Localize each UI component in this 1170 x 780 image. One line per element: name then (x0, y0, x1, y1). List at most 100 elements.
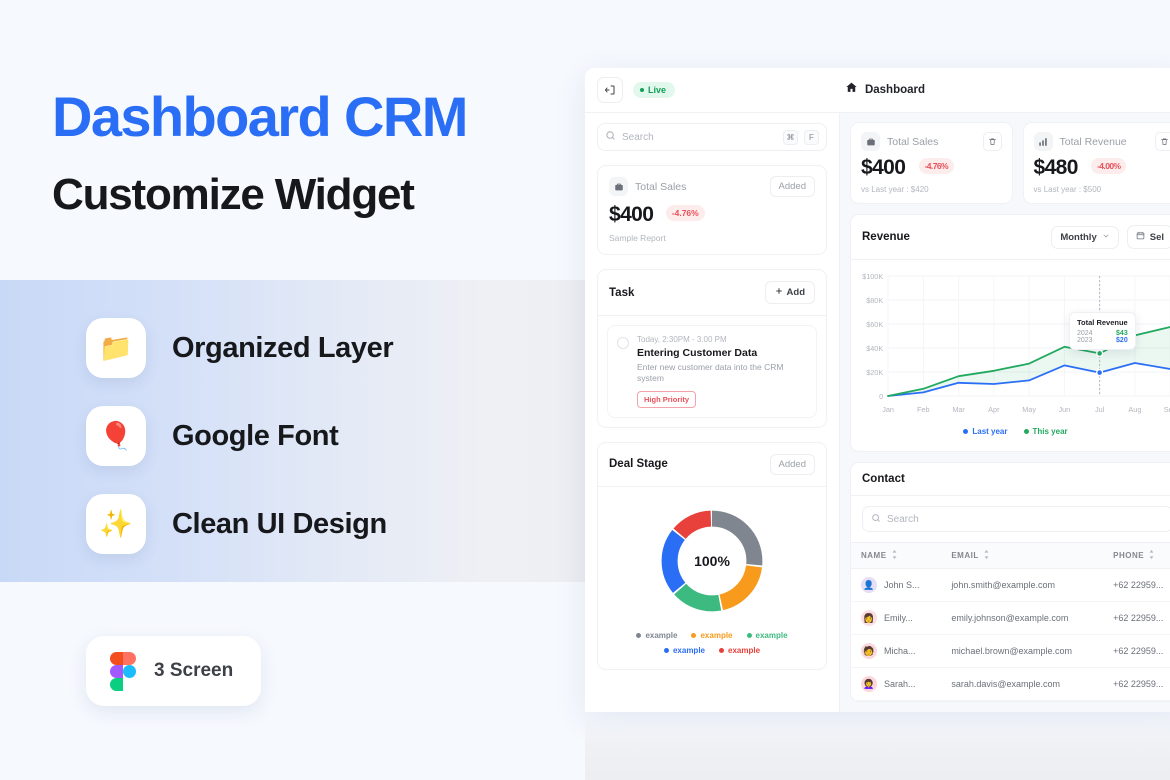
kbd-f: F (804, 129, 819, 145)
period-select[interactable]: Monthly (1051, 225, 1119, 249)
trash-icon[interactable] (1155, 132, 1170, 151)
feature-label: Clean UI Design (172, 507, 387, 540)
legend-item-this-year[interactable]: This year (1023, 427, 1068, 436)
contact-table: NAME EMAIL PHONE 👤 John S... john.smith@ex… (851, 542, 1170, 701)
kpi-delta-badge: -4.00% (1091, 158, 1127, 174)
kbd-cmd: ⌘ (783, 129, 798, 145)
table-row[interactable]: 👩‍🦱 Sarah... sarah.davis@example.com +62 22… (851, 667, 1170, 701)
tooltip-row: 2024 $43 (1077, 330, 1128, 337)
donut-legend: example example example example example (598, 625, 826, 669)
column-label: NAME (861, 551, 887, 560)
bar-chart-icon (1033, 132, 1053, 151)
legend-dot (719, 647, 724, 653)
contact-table-head: NAME EMAIL PHONE (851, 542, 1170, 569)
kpi-value: $480 (1033, 156, 1079, 179)
legend-dot (746, 632, 752, 638)
page-title: Dashboard CRM (52, 85, 468, 148)
sort-icon (1148, 550, 1155, 561)
cell-name: 👩‍🦱 Sarah... (851, 667, 942, 701)
kpi-value: $400 (861, 156, 906, 179)
add-label: Add (786, 287, 805, 298)
kpi-title: Total Sales (887, 135, 939, 148)
trash-icon[interactable] (982, 132, 1002, 151)
feature-item-organized-layer: 📁 Organized Layer (86, 318, 394, 378)
kpi-card-total-sales: Total Sales $400 -4.76% vs Last year : $… (850, 122, 1013, 204)
svg-text:Jan: Jan (882, 405, 894, 414)
widget-card-body: $400 -4.76% Sample Report (598, 197, 826, 254)
folder-icon: 📁 (86, 318, 146, 378)
column-header-phone[interactable]: PHONE (1103, 542, 1170, 569)
feature-label: Google Font (172, 419, 339, 452)
donut-chart-wrap: 100% (598, 487, 826, 625)
cell-email: michael.brown@example.com (941, 634, 1104, 668)
contact-name: Micha... (884, 646, 916, 656)
svg-text:Sep: Sep (1164, 405, 1170, 414)
period-label: Monthly (1060, 231, 1097, 243)
figma-logo-icon (110, 652, 136, 691)
task-checkbox[interactable] (617, 337, 629, 349)
briefcase-icon (609, 177, 628, 196)
avatar: 👤 (861, 577, 877, 593)
metric-delta-badge: -4.76% (665, 205, 705, 221)
kpi-title: Total Revenue (1059, 135, 1127, 148)
tooltip-row: 2023 $20 (1077, 337, 1128, 344)
metric-value: $400 (609, 203, 654, 226)
app-body: Search ⌘ F Total Sales Added $400 -4.76% (585, 113, 1170, 712)
avatar: 🧑 (861, 643, 877, 659)
contact-table-body: 👤 John S... john.smith@example.com +62 2295… (851, 568, 1170, 701)
deal-stage-header: Deal Stage Added (598, 443, 826, 487)
table-row[interactable]: 🧑 Micha... michael.brown@example.com +62 22… (851, 634, 1170, 668)
widget-card-total-sales[interactable]: Total Sales Added $400 -4.76% Sample Rep… (597, 165, 827, 255)
svg-text:$80K: $80K (866, 296, 883, 305)
legend-item: example (719, 646, 760, 655)
table-row[interactable]: 👩 Emily... emily.johnson@example.com +62 22… (851, 601, 1170, 635)
app-topbar: Live Dashboard (585, 68, 1170, 113)
screen-count-badge: 3 Screen (86, 636, 261, 706)
contact-search-input[interactable]: Search (862, 506, 1170, 532)
legend-item: example (636, 631, 677, 640)
kpi-note: vs Last year : $500 (1033, 185, 1102, 194)
revenue-panel: Revenue Monthly Sel 0 $20K $40K $60K $80… (850, 214, 1170, 452)
kpi-note: vs Last year : $420 (861, 185, 929, 194)
donut-chart: 100% (656, 505, 768, 617)
tooltip-year: 2024 (1077, 330, 1093, 337)
plus-icon (775, 287, 783, 298)
page-label: Dashboard (864, 84, 926, 96)
legend-item-last-year[interactable]: Last year (963, 427, 1008, 436)
feature-item-clean-ui-design: ✨ Clean UI Design (86, 494, 393, 554)
search-icon (871, 510, 881, 528)
date-range-picker[interactable]: Sel (1126, 225, 1170, 249)
legend-label: example (672, 645, 705, 655)
feature-item-google-font: 🎈 Google Font (86, 406, 393, 466)
column-header-email[interactable]: EMAIL (941, 542, 1104, 569)
task-card-header: Task Add (598, 270, 826, 316)
cell-phone: +62 22959... (1103, 634, 1170, 668)
table-row[interactable]: 👤 John S... john.smith@example.com +62 2295… (851, 568, 1170, 602)
task-list-item[interactable]: Today, 2:30PM - 3.00 PM Entering Custome… (607, 325, 817, 418)
added-button[interactable]: Added (769, 176, 815, 197)
feature-list: 📁 Organized Layer 🎈 Google Font ✨ Clean … (86, 318, 394, 554)
metric-note: Sample Report (609, 233, 666, 243)
contact-search-placeholder: Search (887, 513, 919, 525)
legend-item: example (663, 645, 705, 655)
cell-email: john.smith@example.com (941, 568, 1104, 602)
date-label: Sel (1149, 231, 1164, 243)
add-task-button[interactable]: Add (764, 281, 815, 304)
added-button[interactable]: Added (769, 453, 815, 475)
widget-picker-column: Search ⌘ F Total Sales Added $400 -4.76% (585, 113, 840, 712)
search-input[interactable]: Search ⌘ F (597, 123, 827, 151)
avatar: 👩‍🦱 (861, 676, 877, 692)
page-subtitle: Customize Widget (52, 170, 415, 219)
legend-item: example (691, 631, 733, 640)
kpi-delta-badge: -4.76% (918, 158, 954, 174)
column-header-name[interactable]: NAME (851, 542, 942, 569)
kpi-row: Total Sales $400 -4.76% vs Last year : $… (850, 122, 1170, 204)
legend-label: example (728, 645, 761, 655)
metric-row: $400 -4.76% (609, 203, 815, 227)
task-time: Today, 2:30PM - 3.00 PM (637, 335, 727, 344)
tooltip-year: 2023 (1077, 337, 1093, 344)
balloon-icon: 🎈 (86, 406, 146, 466)
contact-name: John S... (884, 580, 920, 590)
legend-dot (636, 632, 642, 638)
sidebar-collapse-icon[interactable] (597, 77, 623, 103)
